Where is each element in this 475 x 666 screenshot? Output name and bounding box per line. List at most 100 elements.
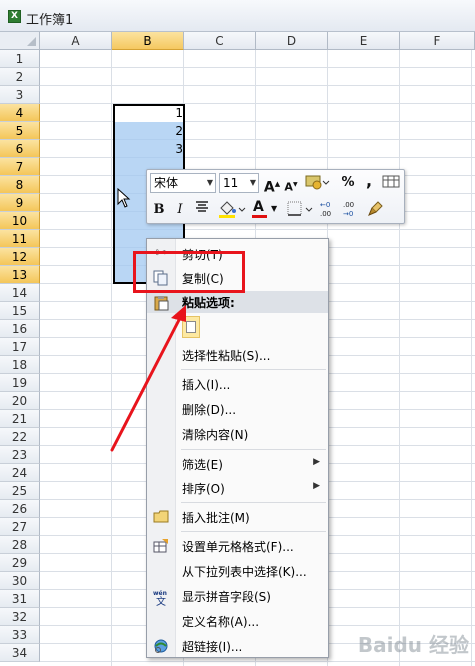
row-header-32[interactable]: 32 bbox=[0, 608, 40, 626]
menu-item-define-name[interactable]: 定义名称(A)... bbox=[147, 609, 328, 633]
cell-b6[interactable]: 3 bbox=[115, 140, 183, 158]
row-header-34[interactable]: 34 bbox=[0, 644, 40, 662]
menu-item-delete-label: 删除(D)... bbox=[182, 403, 237, 417]
menu-separator bbox=[181, 449, 326, 450]
row-header-13[interactable]: 13 bbox=[0, 266, 40, 284]
menu-item-insert[interactable]: 插入(I)... bbox=[147, 372, 328, 396]
row-header-6[interactable]: 6 bbox=[0, 140, 40, 158]
row-header-25[interactable]: 25 bbox=[0, 482, 40, 500]
svg-text:文: 文 bbox=[156, 595, 166, 606]
increase-decimal-icon: ←0 .00 bbox=[320, 201, 331, 218]
font-size-value: 11 bbox=[223, 176, 239, 190]
format-cells-icon bbox=[153, 538, 169, 554]
row-header-17[interactable]: 17 bbox=[0, 338, 40, 356]
font-color-letter: A bbox=[253, 199, 264, 215]
submenu-arrow-icon: ▶ bbox=[313, 457, 320, 467]
column-header-a[interactable]: A bbox=[40, 32, 112, 50]
paste-button[interactable] bbox=[182, 316, 200, 338]
menu-item-filter[interactable]: 筛选(E) ▶ bbox=[147, 452, 328, 476]
row-header-2[interactable]: 2 bbox=[0, 68, 40, 86]
chevron-down-icon: ▼ bbox=[206, 178, 213, 187]
watermark: Baidu 经验 bbox=[357, 633, 469, 657]
row-header-3[interactable]: 3 bbox=[0, 86, 40, 104]
context-menu: ✂ 剪切(T) 复制(C) 粘贴选项: 选择性粘贴(S)... 插入(I)...… bbox=[146, 238, 329, 658]
menu-item-show-phonetic[interactable]: wén 文 显示拼音字段(S) bbox=[147, 584, 328, 608]
font-size-combo[interactable]: 11 ▼ bbox=[219, 173, 259, 193]
grow-font-button[interactable]: A▲ bbox=[263, 174, 281, 196]
row-header-1[interactable]: 1 bbox=[0, 50, 40, 68]
align-center-icon bbox=[196, 201, 208, 212]
menu-item-sort[interactable]: 排序(O) ▶ bbox=[147, 476, 328, 500]
row-header-14[interactable]: 14 bbox=[0, 284, 40, 302]
menu-item-delete[interactable]: 删除(D)... bbox=[147, 397, 328, 421]
row-header-26[interactable]: 26 bbox=[0, 500, 40, 518]
menu-item-sort-label: 排序(O) bbox=[182, 482, 225, 496]
menu-item-pick-from-list[interactable]: 从下拉列表中选择(K)... bbox=[147, 559, 328, 583]
row-header-11[interactable]: 11 bbox=[0, 230, 40, 248]
row-header-16[interactable]: 16 bbox=[0, 320, 40, 338]
row-header-20[interactable]: 20 bbox=[0, 392, 40, 410]
column-header-e[interactable]: E bbox=[328, 32, 400, 50]
row-header-10[interactable]: 10 bbox=[0, 212, 40, 230]
row-header-31[interactable]: 31 bbox=[0, 590, 40, 608]
row-header-24[interactable]: 24 bbox=[0, 464, 40, 482]
select-all-corner[interactable] bbox=[0, 32, 40, 50]
menu-item-hyperlink[interactable]: 超链接(I)... bbox=[147, 634, 328, 658]
row-header-21[interactable]: 21 bbox=[0, 410, 40, 428]
decrease-decimal-icon: .00 →0 bbox=[343, 201, 354, 218]
column-header-c[interactable]: C bbox=[184, 32, 256, 50]
svg-text:.00: .00 bbox=[343, 201, 354, 209]
shrink-font-button[interactable]: A▼ bbox=[283, 175, 299, 195]
cell-b5[interactable]: 2 bbox=[115, 122, 183, 140]
row-header-4[interactable]: 4 bbox=[0, 104, 40, 122]
submenu-arrow-icon: ▶ bbox=[313, 481, 320, 491]
menu-item-format-cells[interactable]: 设置单元格格式(F)... bbox=[147, 534, 328, 558]
column-header-d[interactable]: D bbox=[256, 32, 328, 50]
menu-item-paste-special[interactable]: 选择性粘贴(S)... bbox=[147, 343, 328, 367]
menu-separator bbox=[181, 531, 326, 532]
comma-style-button[interactable]: , bbox=[363, 171, 375, 191]
font-color-button[interactable]: A ▼ bbox=[251, 199, 281, 219]
borders-button[interactable] bbox=[285, 199, 315, 219]
bold-button[interactable]: B bbox=[151, 200, 167, 220]
menu-item-insert-comment[interactable]: 插入批注(M) bbox=[147, 505, 328, 529]
title-bar: X 工作簿1 bbox=[0, 0, 475, 32]
fill-color-button[interactable] bbox=[217, 199, 247, 219]
row-header-33[interactable]: 33 bbox=[0, 626, 40, 644]
menu-item-define-name-label: 定义名称(A)... bbox=[182, 615, 260, 629]
accounting-format-icon bbox=[305, 175, 330, 190]
row-header-23[interactable]: 23 bbox=[0, 446, 40, 464]
row-header-5[interactable]: 5 bbox=[0, 122, 40, 140]
menu-item-clear-contents[interactable]: 清除内容(N) bbox=[147, 422, 328, 446]
italic-button[interactable]: I bbox=[173, 200, 187, 220]
mouse-pointer-icon bbox=[117, 188, 131, 208]
row-header-12[interactable]: 12 bbox=[0, 248, 40, 266]
row-header-30[interactable]: 30 bbox=[0, 572, 40, 590]
paintbrush-icon bbox=[368, 201, 383, 216]
row-header-22[interactable]: 22 bbox=[0, 428, 40, 446]
accounting-format-button[interactable] bbox=[304, 173, 330, 193]
row-header-28[interactable]: 28 bbox=[0, 536, 40, 554]
increase-decimal-button[interactable]: ←0 .00 bbox=[319, 199, 341, 219]
row-header-27[interactable]: 27 bbox=[0, 518, 40, 536]
center-align-button[interactable] bbox=[193, 200, 211, 220]
svg-text:wén: wén bbox=[153, 590, 167, 597]
decrease-decimal-button[interactable]: .00 →0 bbox=[342, 199, 364, 219]
row-header-29[interactable]: 29 bbox=[0, 554, 40, 572]
row-header-15[interactable]: 15 bbox=[0, 302, 40, 320]
row-header-18[interactable]: 18 bbox=[0, 356, 40, 374]
column-header-f[interactable]: F bbox=[400, 32, 475, 50]
percent-style-button[interactable]: % bbox=[340, 173, 356, 193]
row-header-7[interactable]: 7 bbox=[0, 158, 40, 176]
font-name-combo[interactable]: 宋体 ▼ bbox=[150, 173, 216, 193]
menu-separator bbox=[181, 369, 326, 370]
row-header-8[interactable]: 8 bbox=[0, 176, 40, 194]
format-painter-button[interactable] bbox=[366, 199, 386, 219]
menu-item-format-cells-label: 设置单元格格式(F)... bbox=[182, 540, 294, 554]
column-header-b[interactable]: B bbox=[112, 32, 184, 50]
cell-b4[interactable]: 1 bbox=[115, 104, 183, 122]
row-header-19[interactable]: 19 bbox=[0, 374, 40, 392]
row-header-9[interactable]: 9 bbox=[0, 194, 40, 212]
format-painter-grid-button[interactable] bbox=[382, 174, 400, 194]
menu-item-show-phonetic-label: 显示拼音字段(S) bbox=[182, 590, 271, 604]
